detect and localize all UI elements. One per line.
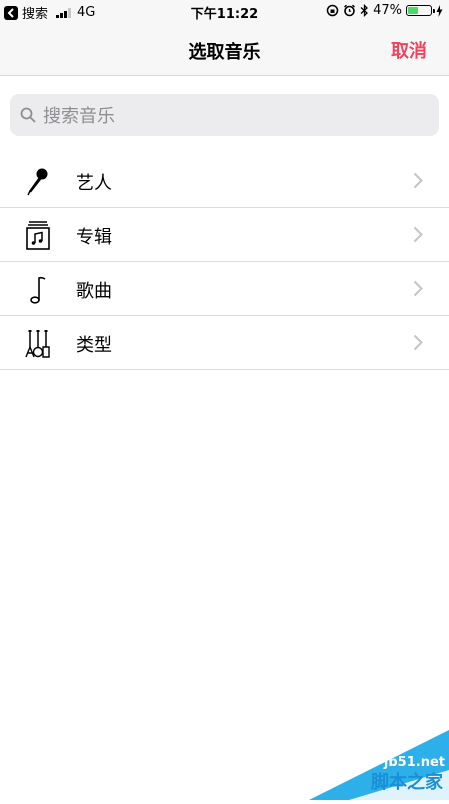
list-item-albums[interactable]: 专辑 — [0, 208, 449, 262]
chevron-right-icon — [413, 334, 423, 351]
status-left: 搜索 4G — [4, 3, 95, 22]
battery-icon — [406, 5, 435, 16]
bluetooth-icon — [360, 4, 369, 17]
alarm-icon — [343, 4, 356, 17]
list-item-label: 艺人 — [76, 173, 112, 194]
status-right: 47% — [322, 3, 443, 18]
microphone-icon — [27, 168, 48, 196]
album-icon — [26, 221, 50, 250]
page-title: 选取音乐 — [188, 42, 261, 63]
chevron-right-icon — [413, 172, 423, 189]
music-note-icon — [30, 276, 46, 304]
list-item-artists[interactable]: 艺人 — [0, 154, 449, 208]
cancel-button[interactable]: 取消 — [391, 37, 427, 63]
list-item-songs[interactable]: 歌曲 — [0, 262, 449, 316]
signal-icon — [56, 7, 72, 18]
navigation-bar: 选取音乐 取消 — [0, 24, 449, 76]
list-item-label: 类型 — [76, 335, 112, 356]
music-category-list: 艺人 专辑 歌曲 类型 — [0, 154, 449, 370]
search-placeholder: 搜索音乐 — [43, 106, 115, 127]
list-item-label: 专辑 — [76, 227, 112, 248]
watermark: jb51.net 脚本之家 — [309, 730, 449, 800]
charging-icon — [436, 4, 443, 17]
chevron-right-icon — [413, 280, 423, 297]
status-bar: 搜索 4G 下午11:22 47% — [0, 0, 449, 24]
battery-percent: 47% — [373, 3, 402, 18]
search-input[interactable]: 搜索音乐 — [10, 94, 439, 136]
orientation-lock-icon — [326, 4, 339, 17]
list-item-genres[interactable]: 类型 — [0, 316, 449, 370]
chevron-right-icon — [413, 226, 423, 243]
genre-icon — [25, 330, 50, 358]
list-item-label: 歌曲 — [76, 281, 112, 302]
back-to-app-icon[interactable] — [4, 5, 18, 20]
battery-level-fill — [408, 7, 418, 14]
back-to-app-label[interactable]: 搜索 — [22, 3, 48, 22]
search-icon — [20, 107, 36, 123]
battery-cap — [433, 9, 435, 13]
network-type: 4G — [77, 5, 96, 20]
watermark-name: 脚本之家 — [371, 772, 443, 793]
